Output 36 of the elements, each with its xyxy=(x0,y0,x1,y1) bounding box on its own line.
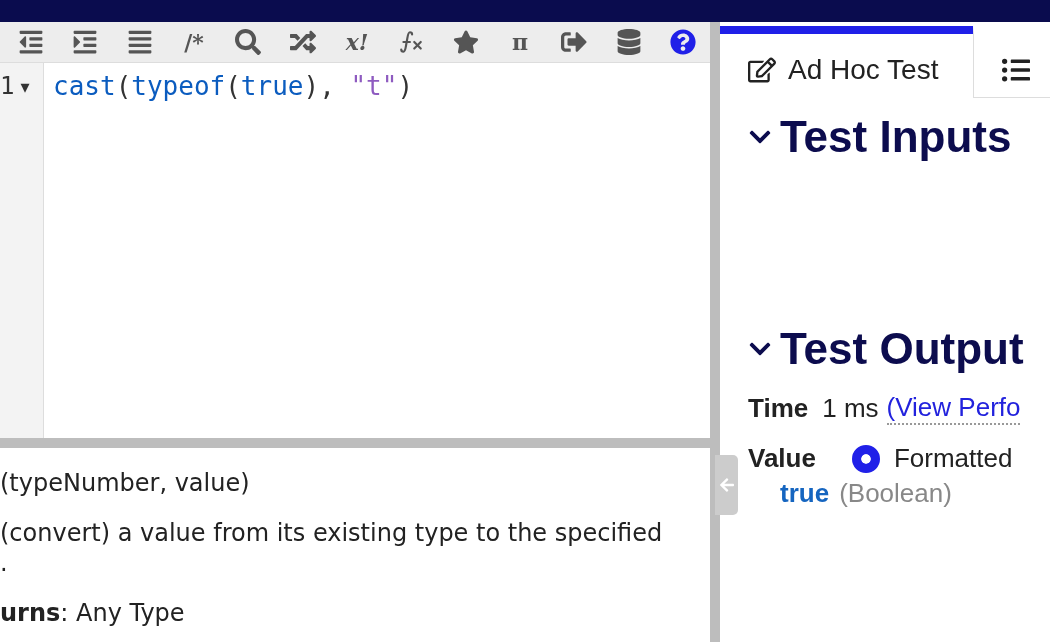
toolbar-button[interactable]: /* xyxy=(166,24,222,60)
tab[interactable] xyxy=(973,26,1050,98)
line-number: 1 xyxy=(0,72,15,100)
radio-button[interactable] xyxy=(851,444,880,473)
time-value: 1 ms xyxy=(822,393,879,424)
toolbar-button[interactable]: x! xyxy=(329,24,385,60)
code-line: cast(typeof(true), "t") xyxy=(53,70,415,103)
toolbar-button[interactable]: π xyxy=(492,24,548,60)
exit-icon xyxy=(561,29,588,55)
code-editor[interactable]: cast(typeof(true), "t") xyxy=(44,63,710,438)
collapse-handle[interactable] xyxy=(715,455,738,515)
arrow-left-icon xyxy=(718,477,735,493)
section-header[interactable]: Test Output xyxy=(748,324,1024,374)
fold-toggle[interactable]: ▾ xyxy=(20,75,30,97)
value-label: Value xyxy=(748,443,816,474)
radio-label: Formatted xyxy=(893,443,1013,474)
result-value: true xyxy=(780,478,830,509)
shuffle-icon xyxy=(289,29,316,55)
split-handle[interactable] xyxy=(710,22,720,642)
function-icon xyxy=(398,29,425,55)
star-icon xyxy=(452,29,479,55)
edit-icon xyxy=(748,56,776,84)
time-label: Time xyxy=(748,393,809,424)
split-handle[interactable] xyxy=(0,438,710,448)
search-icon xyxy=(235,29,262,55)
indent-icon xyxy=(72,29,99,55)
outdent-icon xyxy=(18,29,45,55)
performance-link[interactable]: (View Perfo xyxy=(886,392,1021,425)
returns-text: urns: Any Type xyxy=(0,598,186,628)
section-header[interactable]: Test Inputs xyxy=(748,112,1012,162)
function-signature: (typeNumber, value) xyxy=(0,468,251,498)
function-description: (convert) a value from its existing type to the specified . xyxy=(0,518,664,578)
database-icon xyxy=(615,29,642,55)
help-icon xyxy=(669,29,696,55)
list-lines-icon xyxy=(126,29,153,55)
result-type: (Boolean) xyxy=(839,478,952,509)
